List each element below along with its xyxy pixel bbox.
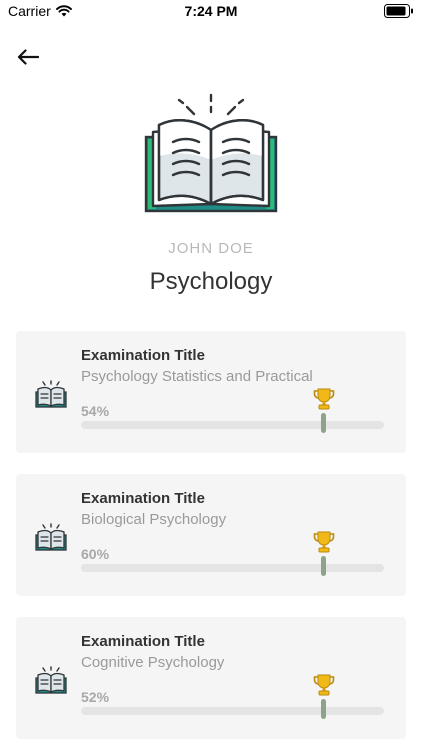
- trophy-icon: [313, 531, 335, 553]
- back-button[interactable]: [14, 44, 42, 70]
- progress-bar: [81, 707, 384, 715]
- user-name: JOHN DOE: [168, 240, 254, 257]
- exam-heading: Examination Title: [81, 633, 205, 650]
- exam-score: 54%: [81, 403, 110, 419]
- battery-icon: [384, 4, 413, 18]
- trophy-icon: [313, 388, 335, 410]
- progress-marker: [321, 556, 326, 576]
- book-icon: [35, 380, 67, 408]
- progress-marker: [321, 413, 326, 433]
- exam-card[interactable]: Examination Title Biological Psychology …: [16, 474, 406, 596]
- exam-card[interactable]: Examination Title Psychology Statistics …: [16, 331, 406, 453]
- book-icon: [35, 666, 67, 694]
- open-book-icon: [144, 93, 278, 213]
- exam-score: 60%: [81, 546, 110, 562]
- exam-subtitle: Cognitive Psychology: [81, 654, 225, 671]
- page-title: Psychology: [149, 268, 273, 295]
- status-time: 7:24 PM: [184, 3, 238, 19]
- exam-subtitle: Biological Psychology: [81, 511, 227, 528]
- progress-bar: [81, 564, 384, 572]
- exam-heading: Examination Title: [81, 347, 205, 364]
- exam-card[interactable]: Examination Title Cognitive Psychology 5…: [16, 617, 406, 739]
- exam-score: 52%: [81, 689, 110, 705]
- arrow-left-icon: [17, 49, 39, 65]
- status-bar: Carrier 7:24 PM: [0, 0, 422, 22]
- book-icon: [35, 523, 67, 551]
- hero-illustration: [0, 90, 422, 216]
- trophy-icon: [313, 674, 335, 696]
- exam-heading: Examination Title: [81, 490, 205, 507]
- exam-subtitle: Psychology Statistics and Practical: [81, 368, 313, 385]
- progress-bar: [81, 421, 384, 429]
- progress-marker: [321, 699, 326, 719]
